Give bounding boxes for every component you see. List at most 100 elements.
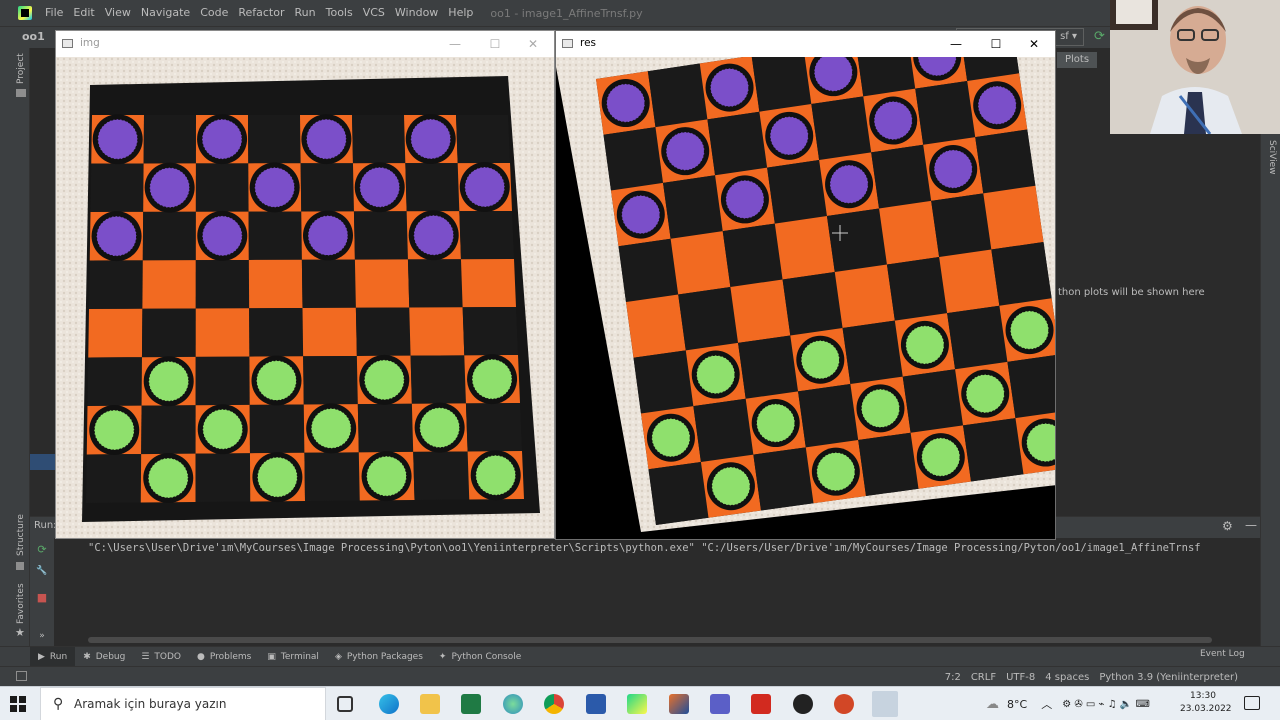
rerun-icon[interactable]: ⟳ bbox=[36, 544, 48, 556]
windows-start-icon[interactable] bbox=[10, 696, 26, 712]
system-tray: ☁ 8°C ︿ ⚙ ✇ ▭ ⌁ ♫ 🔈 ⌨ bbox=[986, 687, 1150, 720]
caret-position[interactable]: 7:2 bbox=[945, 672, 961, 683]
breadcrumb-project[interactable]: oo1 bbox=[22, 30, 45, 43]
pycharm-icon[interactable] bbox=[627, 694, 647, 714]
close-button[interactable]: ✕ bbox=[514, 34, 552, 54]
folder-icon[interactable] bbox=[16, 89, 26, 97]
green-piece bbox=[921, 437, 961, 477]
black-square bbox=[842, 320, 903, 384]
menu-help[interactable]: Help bbox=[443, 0, 478, 26]
teams-icon[interactable] bbox=[710, 694, 730, 714]
black-square bbox=[991, 242, 1052, 306]
menu-refactor[interactable]: Refactor bbox=[233, 0, 289, 26]
notifications-icon[interactable] bbox=[1244, 696, 1260, 710]
excel-icon[interactable] bbox=[461, 694, 481, 714]
taskbar-clock[interactable]: 13:30 23.03.2022 bbox=[1180, 690, 1232, 716]
black-square bbox=[352, 115, 406, 164]
run-console[interactable] bbox=[54, 538, 1260, 646]
opencv-window-img[interactable]: img — ☐ ✕ bbox=[55, 30, 555, 539]
maximize-button[interactable]: ☐ bbox=[476, 34, 514, 54]
menu-tools[interactable]: Tools bbox=[321, 0, 358, 26]
tool-tab-terminal[interactable]: ▣ Terminal bbox=[259, 647, 327, 667]
purple-piece bbox=[709, 67, 750, 108]
gear-icon[interactable]: ⚙ bbox=[1222, 519, 1233, 533]
event-log-tab[interactable]: Event Log bbox=[1200, 649, 1245, 659]
purple-piece bbox=[665, 131, 705, 171]
orange-square bbox=[983, 185, 1044, 250]
green-piece bbox=[202, 408, 244, 450]
powerpoint-icon[interactable] bbox=[834, 694, 854, 714]
menu-navigate[interactable]: Navigate bbox=[136, 0, 195, 26]
edge-icon[interactable] bbox=[379, 694, 399, 714]
console-horizontal-scrollbar[interactable] bbox=[88, 637, 1212, 643]
close-button[interactable]: ✕ bbox=[1015, 34, 1053, 54]
tool-tab-problems[interactable]: ● Problems bbox=[189, 647, 259, 667]
black-square bbox=[249, 308, 304, 357]
purple-piece bbox=[769, 116, 809, 156]
obs-icon[interactable] bbox=[793, 694, 813, 714]
project-tool-tab[interactable]: Project bbox=[16, 53, 26, 84]
menu-window[interactable]: Window bbox=[390, 0, 443, 26]
temperature[interactable]: 8°C bbox=[1007, 698, 1027, 711]
favorites-tool-tab[interactable]: Favorites bbox=[16, 583, 26, 624]
black-square bbox=[249, 404, 305, 454]
chevron-up-icon[interactable]: ︿ bbox=[1041, 696, 1052, 712]
line-separator[interactable]: CRLF bbox=[971, 672, 996, 683]
chrome-icon[interactable] bbox=[544, 694, 564, 714]
structure-tool-tab[interactable]: Structure bbox=[16, 514, 26, 556]
menu-vcs[interactable]: VCS bbox=[358, 0, 390, 26]
stop-icon[interactable]: ■ bbox=[36, 592, 48, 604]
menu-code[interactable]: Code bbox=[195, 0, 233, 26]
word-icon[interactable] bbox=[586, 694, 606, 714]
taskbar-search[interactable]: ⚲ Aramak için buraya yazın bbox=[40, 687, 326, 720]
file-explorer-icon[interactable] bbox=[420, 694, 440, 714]
browser-icon[interactable] bbox=[503, 694, 523, 714]
structure-icon[interactable] bbox=[16, 562, 24, 570]
python-interpreter[interactable]: Python 3.9 (Yeniinterpreter) bbox=[1099, 672, 1238, 683]
python-console-icon: ✦ bbox=[438, 651, 447, 662]
tool-tab-debug[interactable]: ✱ Debug bbox=[75, 647, 133, 667]
file-encoding[interactable]: UTF-8 bbox=[1006, 672, 1035, 683]
tray-icons[interactable]: ⚙ ✇ ▭ ⌁ ♫ 🔈 ⌨ bbox=[1062, 699, 1150, 710]
tool-tab-python-packages[interactable]: ◈ Python Packages bbox=[327, 647, 431, 667]
black-square bbox=[678, 287, 739, 351]
rerun-icon[interactable]: ⟳ bbox=[1094, 29, 1105, 44]
green-piece bbox=[363, 359, 405, 401]
result-canvas[interactable] bbox=[556, 57, 1055, 539]
green-piece bbox=[255, 360, 297, 402]
more-tools-icon[interactable]: » bbox=[36, 630, 48, 642]
wrench-icon[interactable]: 🔧 bbox=[36, 565, 48, 577]
black-square bbox=[647, 63, 708, 128]
right-tool-strip: SciView bbox=[1260, 48, 1280, 662]
bottom-tool-bar: ▶ Run ✱ Debug ☰ TODO ● Problems ▣ Terminal ◈ P… bbox=[0, 646, 1280, 667]
sciview-tool-tab[interactable]: SciView bbox=[1267, 140, 1277, 175]
matlab-icon[interactable] bbox=[669, 694, 689, 714]
black-square bbox=[413, 451, 470, 500]
active-window-icon[interactable] bbox=[872, 691, 898, 717]
tool-tab-run[interactable]: ▶ Run bbox=[30, 646, 76, 667]
tool-tab-todo[interactable]: ☰ TODO bbox=[133, 647, 189, 667]
plots-tab[interactable]: Plots bbox=[1057, 52, 1097, 68]
ide-menubar: File Edit View Navigate Code Refactor Ru… bbox=[0, 0, 1280, 26]
maximize-button[interactable]: ☐ bbox=[977, 34, 1015, 54]
acrobat-icon[interactable] bbox=[751, 694, 771, 714]
star-icon[interactable]: ★ bbox=[15, 626, 25, 639]
minimize-button[interactable]: — bbox=[436, 34, 474, 54]
indent-setting[interactable]: 4 spaces bbox=[1045, 672, 1089, 683]
minimize-panel-icon[interactable]: — bbox=[1245, 518, 1257, 532]
layout-toggle-icon[interactable] bbox=[16, 671, 27, 681]
image-canvas[interactable] bbox=[56, 57, 554, 538]
black-square bbox=[304, 452, 360, 501]
window-titlebar[interactable]: img — ☐ ✕ bbox=[56, 31, 554, 57]
task-view-icon[interactable] bbox=[337, 696, 353, 712]
window-titlebar[interactable]: res — ☐ ✕ bbox=[556, 31, 1055, 57]
menu-edit[interactable]: Edit bbox=[68, 0, 99, 26]
opencv-window-res[interactable]: res — ☐ ✕ bbox=[555, 30, 1056, 540]
menu-view[interactable]: View bbox=[100, 0, 136, 26]
tool-tab-python-console[interactable]: ✦ Python Console bbox=[431, 647, 529, 667]
green-piece bbox=[256, 456, 298, 498]
menu-file[interactable]: File bbox=[40, 0, 68, 26]
weather-icon[interactable]: ☁ bbox=[986, 697, 999, 712]
minimize-button[interactable]: — bbox=[937, 34, 975, 54]
menu-run[interactable]: Run bbox=[290, 0, 321, 26]
